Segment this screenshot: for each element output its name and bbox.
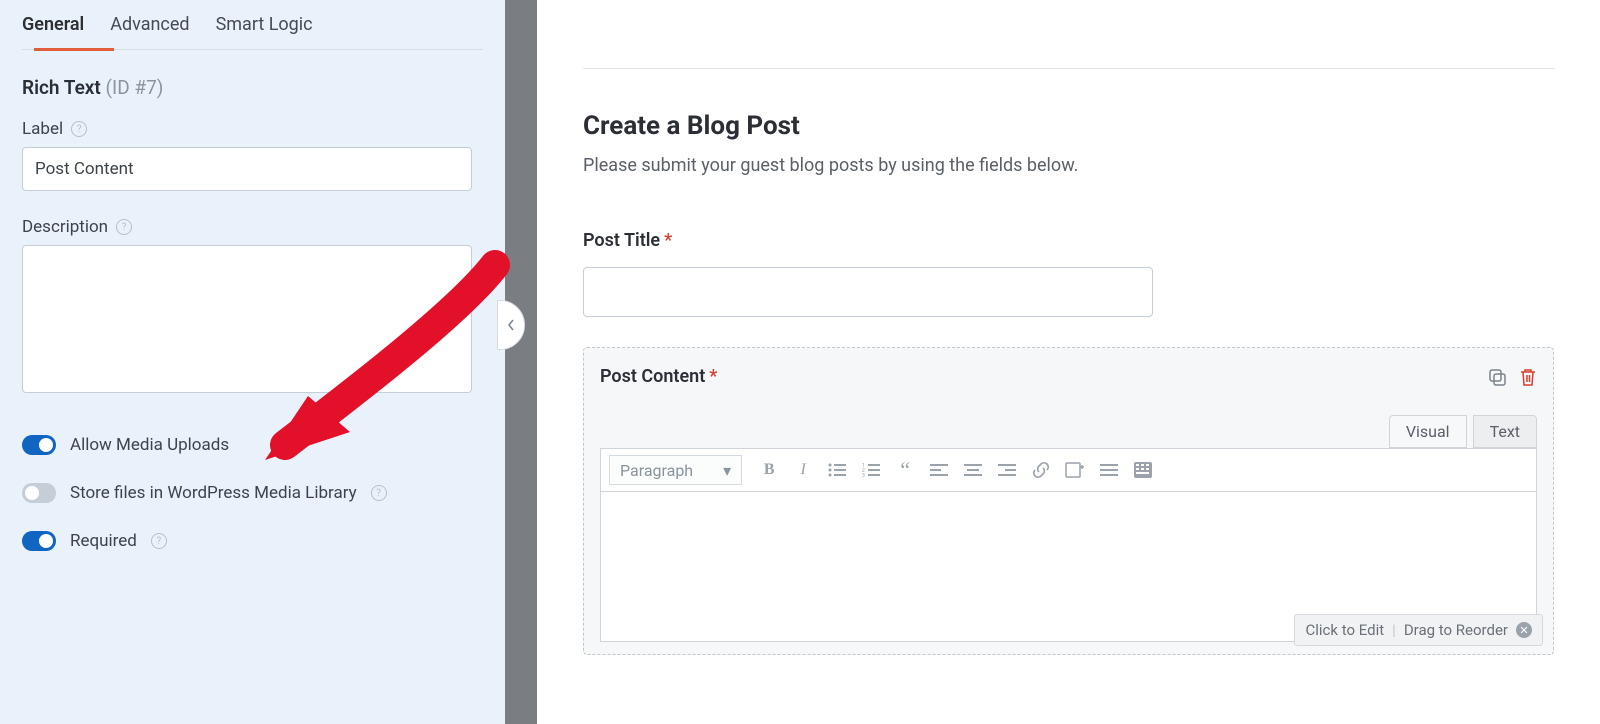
caret-down-icon: ▾ [723,461,731,480]
toggle-required-row: Required ? [22,531,483,551]
toggle-store-media-label: Store files in WordPress Media Library [70,483,357,503]
bold-icon[interactable]: B [754,455,784,485]
post-title-input[interactable] [583,267,1153,317]
help-icon[interactable]: ? [116,219,132,235]
toggle-allow-media-label: Allow Media Uploads [70,435,229,455]
help-icon[interactable]: ? [71,121,87,137]
field-reorder-hint: Click to Edit | Drag to Reorder ✕ [1294,614,1543,646]
field-type-name: Rich Text [22,76,101,99]
label-label: Label [22,119,63,139]
post-content-label-text: Post Content [600,366,705,387]
svg-text:3: 3 [862,473,865,477]
link-icon[interactable] [1026,455,1056,485]
post-title-label-text: Post Title [583,230,660,251]
post-title-label: Post Title* [583,230,1554,251]
editor-tab-visual[interactable]: Visual [1389,415,1467,448]
editor-toolbar: Paragraph ▾ B I 123 “ [600,448,1537,492]
toggle-store-media-row: Store files in WordPress Media Library ? [22,483,483,503]
align-left-icon[interactable] [924,455,954,485]
toggle-required[interactable] [22,531,56,551]
align-center-icon[interactable] [958,455,988,485]
insert-media-icon[interactable] [1060,455,1090,485]
description-row: Description ? [22,217,483,237]
post-content-field-block[interactable]: Post Content* Visual Text Paragraph ▾ B … [583,347,1554,655]
close-hint-icon[interactable]: ✕ [1516,622,1532,638]
field-id: (ID #7) [106,76,164,99]
toggle-required-label: Required [70,531,137,551]
required-asterisk: * [709,366,717,387]
numbered-list-icon[interactable]: 123 [856,455,886,485]
read-more-icon[interactable] [1094,455,1124,485]
description-label: Description [22,217,108,237]
form-description: Please submit your guest blog posts by u… [583,155,1554,176]
duplicate-icon[interactable] [1487,367,1507,387]
label-input[interactable] [22,147,472,191]
required-asterisk: * [664,230,672,251]
toggle-allow-media-row: Allow Media Uploads [22,435,483,455]
tab-advanced[interactable]: Advanced [110,14,189,49]
blockquote-icon[interactable]: “ [890,455,920,485]
hint-reorder: Drag to Reorder [1404,621,1508,639]
label-row: Label ? [22,119,483,139]
paragraph-dropdown[interactable]: Paragraph ▾ [609,455,742,485]
settings-sidebar: General Advanced Smart Logic Rich Text (… [0,0,505,724]
tab-smart-logic[interactable]: Smart Logic [216,14,313,49]
form-preview: Create a Blog Post Please submit your gu… [537,0,1600,724]
field-actions [1487,367,1537,387]
toolbar-toggle-icon[interactable] [1128,455,1158,485]
editor-tab-text[interactable]: Text [1473,415,1537,448]
panel-splitter [505,0,537,724]
help-icon[interactable]: ? [371,485,387,501]
help-icon[interactable]: ? [151,533,167,549]
toggle-allow-media[interactable] [22,435,56,455]
field-type-heading: Rich Text (ID #7) [22,76,483,99]
trash-icon[interactable] [1519,367,1537,387]
align-right-icon[interactable] [992,455,1022,485]
tab-general[interactable]: General [22,14,84,49]
description-input[interactable] [22,245,472,393]
hint-divider: | [1392,621,1396,639]
italic-icon[interactable]: I [788,455,818,485]
post-content-label: Post Content* [600,366,717,387]
paragraph-dropdown-label: Paragraph [620,461,693,480]
sidebar-tabs: General Advanced Smart Logic [22,0,483,50]
editor-tabs: Visual Text [600,415,1537,448]
form-title: Create a Blog Post [583,111,1554,141]
toggle-store-media[interactable] [22,483,56,503]
bullet-list-icon[interactable] [822,455,852,485]
chevron-left-icon [507,319,515,331]
hint-edit: Click to Edit [1305,621,1384,639]
divider [583,68,1554,69]
